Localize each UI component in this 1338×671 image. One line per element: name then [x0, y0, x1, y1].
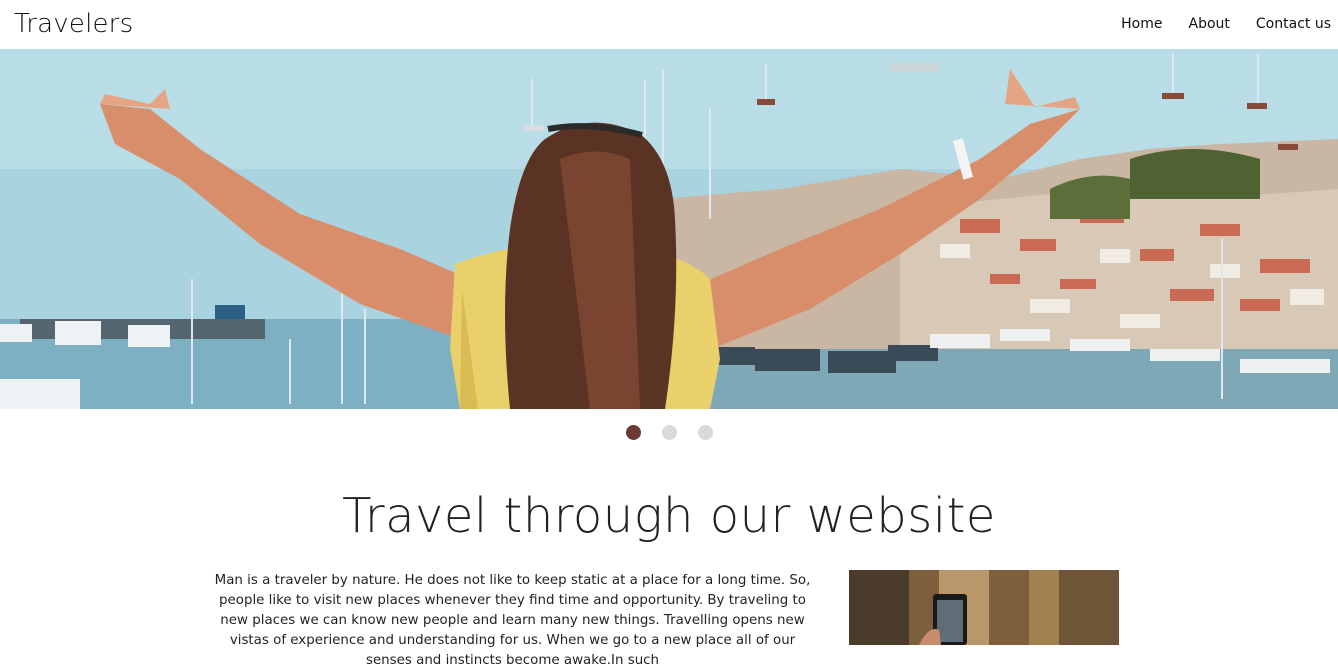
carousel-dot-2[interactable]: [661, 425, 677, 440]
brand-logo[interactable]: Travelers: [14, 9, 133, 39]
nav-link-home[interactable]: Home: [1121, 16, 1162, 32]
hero-carousel-slide[interactable]: [0, 49, 1338, 409]
nav-link-about[interactable]: About: [1189, 16, 1230, 32]
carousel-dot-1[interactable]: [625, 425, 641, 440]
carousel-dot-3[interactable]: [697, 425, 713, 440]
intro-paragraph: Man is a traveler by nature. He does not…: [214, 573, 811, 668]
section-title: Travel through our website: [342, 488, 996, 544]
nav-link-contact[interactable]: Contact us: [1256, 16, 1331, 32]
phone-photo-image: [849, 570, 1119, 645]
carousel-indicators: [0, 425, 1338, 441]
hero-image: [0, 49, 1338, 409]
nav-links: Home About Contact us: [1121, 0, 1331, 48]
navbar: Travelers Home About Contact us: [0, 0, 1338, 48]
